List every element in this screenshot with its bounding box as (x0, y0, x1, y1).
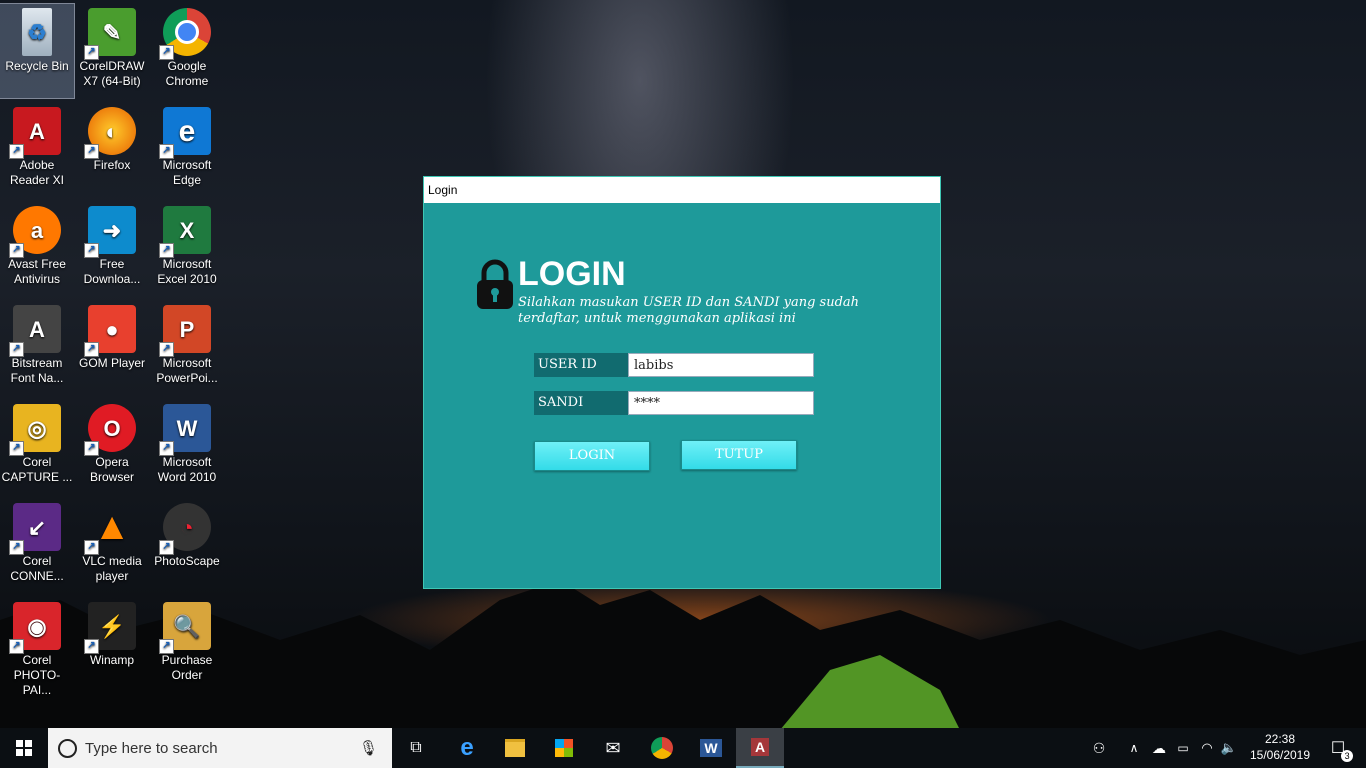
mail-icon: ✉ (605, 737, 621, 758)
desktop-icon-microsoft-edge[interactable]: e ↗ Microsoft Edge (150, 103, 224, 197)
chrome-icon (651, 737, 673, 759)
desktop-icon-winamp[interactable]: ⚡ ↗ Winamp (75, 598, 149, 692)
start-button[interactable] (0, 728, 48, 768)
chevron-up-icon: ∧ (1129, 741, 1139, 755)
avast-icon: a ↗ (9, 206, 61, 258)
desktop-icon-bitstream-font[interactable]: A ↗ Bitstream Font Na... (0, 301, 74, 395)
desktop-icon-gom-player[interactable]: ● ↗ GOM Player (75, 301, 149, 395)
notification-count-badge: 3 (1341, 750, 1354, 762)
folder-icon (505, 739, 525, 757)
photoscape-icon: ◔ ↗ (159, 503, 211, 555)
close-button[interactable]: TUTUP (681, 440, 797, 470)
vlc-icon: ▲ ↗ (84, 503, 136, 555)
store-icon (555, 739, 573, 757)
purchase-order-icon: 🔍 ↗ (159, 602, 211, 654)
desktop-icon-firefox[interactable]: ◐ ↗ Firefox (75, 103, 149, 197)
network-button[interactable]: ◠ (1196, 728, 1218, 768)
taskbar-word[interactable]: W (687, 728, 735, 768)
battery-button[interactable]: ▭ (1172, 728, 1194, 768)
excel-icon: X ↗ (159, 206, 211, 258)
recycle-bin-icon: ♻ (22, 8, 52, 56)
people-button[interactable]: ⚇ (1086, 728, 1112, 768)
desktop-icon-opera[interactable]: O ↗ Opera Browser (75, 400, 149, 494)
coreldraw-icon: ✎ ↗ (84, 8, 136, 60)
desktop-icon-corel-capture[interactable]: ◎ ↗ Corel CAPTURE ... (0, 400, 74, 494)
cloud-icon: ☁ (1152, 739, 1166, 756)
user-id-input[interactable] (628, 353, 814, 377)
microphone-icon[interactable]: 🎙 (359, 739, 378, 757)
taskbar-mail[interactable]: ✉ (589, 728, 637, 768)
desktop-icon-coreldraw[interactable]: ✎ ↗ CorelDRAW X7 (64-Bit) (75, 4, 149, 98)
show-hidden-icons-button[interactable]: ∧ (1124, 728, 1144, 768)
desktop-icon-purchase-order[interactable]: 🔍 ↗ Purchase Order (150, 598, 224, 692)
desktop-icon-avast[interactable]: a ↗ Avast Free Antivirus (0, 202, 74, 296)
task-view-button[interactable]: ⧉ (392, 728, 440, 768)
taskbar-file-explorer[interactable] (491, 728, 539, 768)
bitstream-font-icon: A ↗ (9, 305, 61, 357)
onedrive-button[interactable]: ☁ (1148, 728, 1170, 768)
winamp-icon: ⚡ ↗ (84, 602, 136, 654)
action-center-button[interactable]: ☐ 3 (1320, 728, 1356, 768)
corel-capture-icon: ◎ ↗ (9, 404, 61, 456)
desktop-icon-corel-connect[interactable]: ↙ ↗ Corel CONNE... (0, 499, 74, 593)
gom-player-icon: ● ↗ (84, 305, 136, 357)
clock-time: 22:38 (1264, 732, 1296, 746)
window-titlebar: Login (424, 177, 940, 203)
desktop-icon-word[interactable]: W ↗ Microsoft Word 2010 (150, 400, 224, 494)
battery-icon: ▭ (1177, 741, 1189, 755)
windows-logo-icon (16, 740, 32, 756)
login-window: Login LOGIN Silahkan masukan USER ID dan… (423, 176, 941, 589)
desktop-icon-photoscape[interactable]: ◔ ↗ PhotoScape (150, 499, 224, 593)
edge-icon: e (460, 734, 474, 761)
volume-button[interactable]: 🔈 (1218, 728, 1240, 768)
taskbar-search-box[interactable]: Type here to search 🎙 (48, 728, 392, 768)
task-view-icon: ⧉ (410, 739, 422, 756)
desktop-icon-vlc[interactable]: ▲ ↗ VLC media player (75, 499, 149, 593)
wifi-icon: ◠ (1201, 740, 1213, 755)
desktop-icon-adobe-reader[interactable]: A ↗ Adobe Reader XI (0, 103, 74, 197)
people-icon: ⚇ (1092, 739, 1106, 756)
padlock-icon (477, 259, 513, 309)
taskbar-access[interactable]: A (736, 728, 784, 768)
edge-icon: e ↗ (159, 107, 211, 159)
desktop-icon-powerpoint[interactable]: P ↗ Microsoft PowerPoi... (150, 301, 224, 395)
powerpoint-icon: P ↗ (159, 305, 211, 357)
taskbar-edge[interactable]: e (443, 728, 491, 768)
free-download-icon: ➜ ↗ (84, 206, 136, 258)
corel-connect-icon: ↙ ↗ (9, 503, 61, 555)
opera-icon: O ↗ (84, 404, 136, 456)
login-heading: LOGIN (518, 255, 626, 293)
desktop-icon-corel-photo-paint[interactable]: ◉ ↗ Corel PHOTO-PAI... (0, 598, 74, 697)
sandi-label: SANDI (534, 391, 628, 415)
desktop-icon-google-chrome[interactable]: ↗ Google Chrome (150, 4, 224, 98)
speaker-icon: 🔈 (1220, 740, 1238, 755)
corel-photo-paint-icon: ◉ ↗ (9, 602, 61, 654)
search-placeholder: Type here to search (85, 739, 218, 757)
firefox-icon: ◐ ↗ (84, 107, 136, 159)
chrome-icon: ↗ (159, 8, 211, 60)
desktop-icon-excel[interactable]: X ↗ Microsoft Excel 2010 (150, 202, 224, 296)
desktop-icon-recycle-bin[interactable]: ♻ Recycle Bin (0, 3, 75, 99)
word-icon: W ↗ (159, 404, 211, 456)
login-button[interactable]: LOGIN (534, 441, 650, 471)
notification-icon: ☐ 3 (1331, 738, 1354, 762)
sandi-password-input[interactable] (628, 391, 814, 415)
user-id-label: USER ID (534, 353, 628, 377)
clock-date: 15/06/2019 (1249, 748, 1311, 762)
taskbar-store[interactable] (540, 728, 588, 768)
desktop-icon-free-download[interactable]: ➜ ↗ Free Downloa... (75, 202, 149, 296)
taskbar-chrome[interactable] (638, 728, 686, 768)
login-instructions: Silahkan masukan USER ID dan SANDI yang … (518, 295, 860, 326)
search-icon (58, 738, 77, 758)
word-icon: W (700, 739, 722, 757)
access-icon: A (750, 738, 770, 756)
taskbar: Type here to search 🎙 ⧉ e ✉ W A ⚇ ∧ ☁ ▭ … (0, 728, 1366, 768)
taskbar-clock[interactable]: 22:38 15/06/2019 (1240, 731, 1320, 763)
adobe-reader-icon: A ↗ (9, 107, 61, 159)
